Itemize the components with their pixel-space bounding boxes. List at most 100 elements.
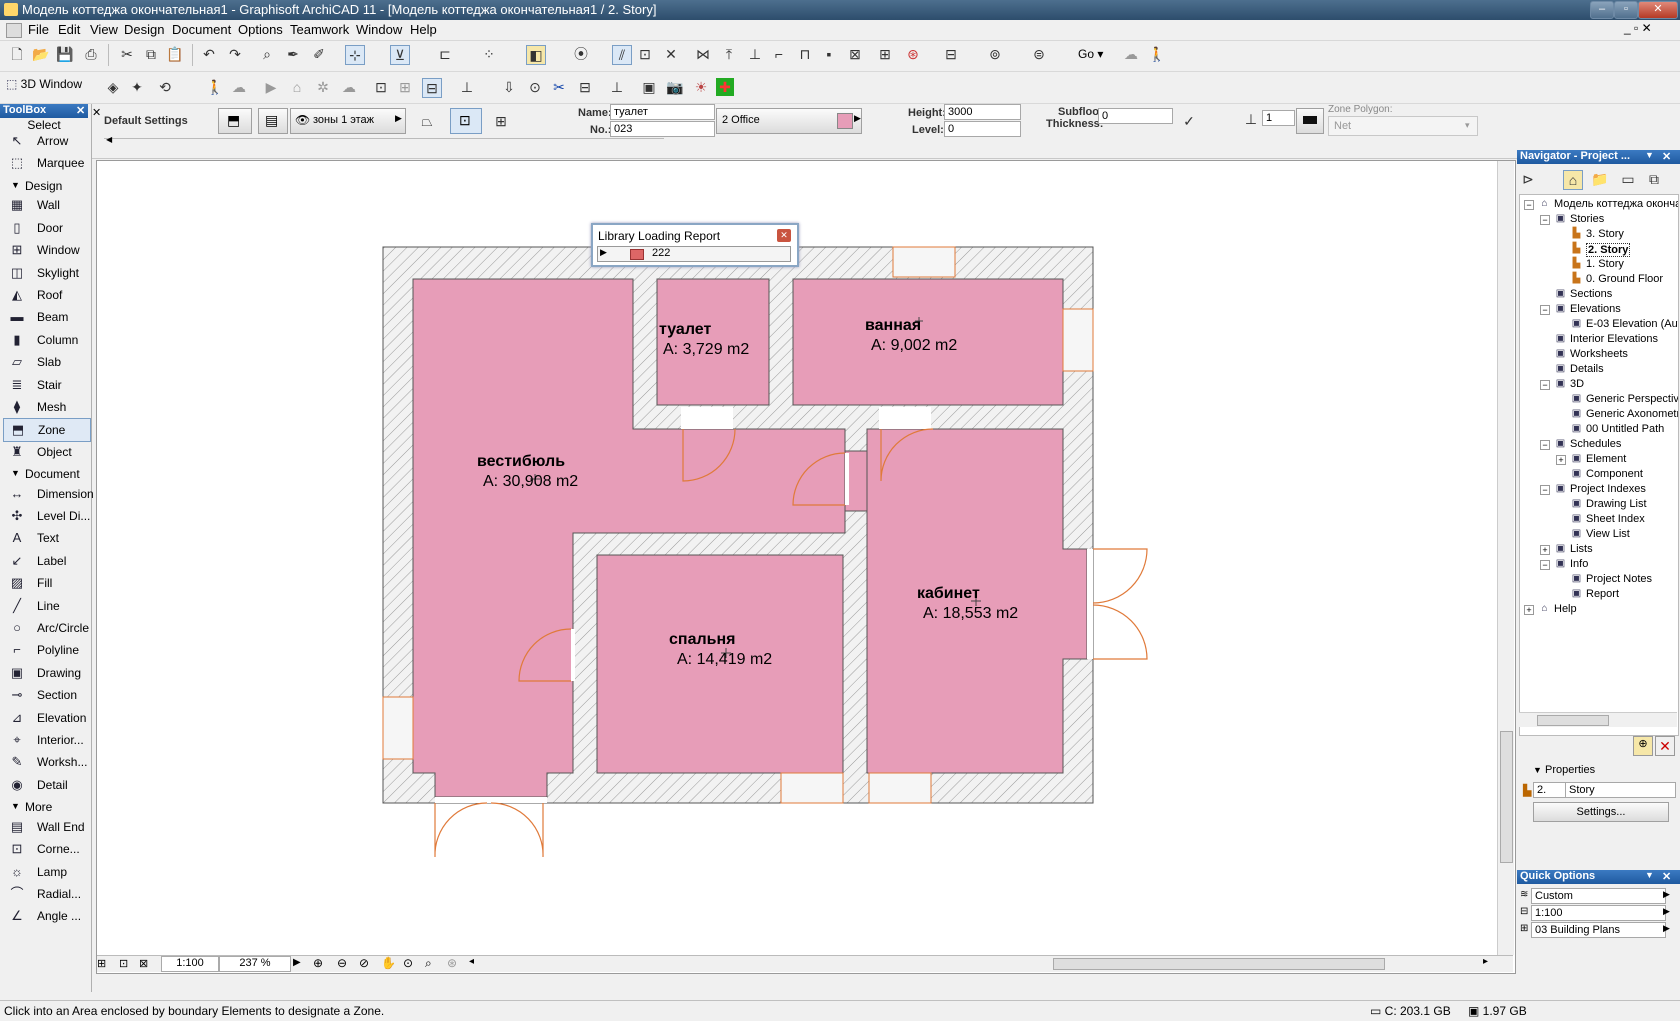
tree-item[interactable]: ▣ Drawing List bbox=[1520, 497, 1678, 513]
shading-icon[interactable]: ▶ bbox=[262, 78, 280, 96]
tree-item[interactable]: −⌂ Модель коттеджа окончательная1 bbox=[1520, 197, 1678, 213]
paste-icon[interactable]: 📋 bbox=[166, 45, 184, 63]
tool-interior[interactable]: ⌖ Interior... bbox=[3, 729, 89, 751]
horizontal-scroll-thumb[interactable] bbox=[1053, 958, 1385, 970]
inject-parameters-icon[interactable]: ✐ bbox=[310, 45, 328, 63]
open-icon[interactable]: 📂 bbox=[32, 45, 50, 63]
info-box-close-icon[interactable]: ✕ bbox=[92, 106, 101, 119]
floor-plan-drawing[interactable] bbox=[97, 161, 1515, 973]
fit-icon[interactable]: ⊠ bbox=[139, 957, 148, 970]
adjust-icon[interactable]: ⤒ bbox=[720, 45, 738, 63]
tool-label[interactable]: ↙ Label bbox=[3, 550, 89, 572]
pen-tool-icon[interactable]: ✓ bbox=[1180, 112, 1198, 130]
layout-icon[interactable]: ⊜ bbox=[1030, 45, 1048, 63]
marker-icon[interactable]: ⊛ bbox=[904, 45, 922, 63]
zoom-next-icon[interactable]: ⊛ bbox=[447, 956, 457, 970]
chevron-down-icon[interactable]: ▼ bbox=[1645, 150, 1654, 160]
polygon-method-icon[interactable]: ⏢ bbox=[418, 112, 436, 130]
3d-cube-icon[interactable]: ◈ bbox=[104, 78, 122, 96]
print-icon[interactable]: ⎙ bbox=[82, 45, 100, 63]
tree-scroll-thumb[interactable] bbox=[1537, 715, 1609, 726]
tool-mesh[interactable]: ⧫ Mesh bbox=[3, 396, 89, 418]
zoom-previous-icon[interactable]: ⊘ bbox=[359, 956, 369, 970]
3d-window-button[interactable]: ⬚ 3D Window bbox=[6, 77, 82, 95]
collapse-icon[interactable]: − bbox=[1540, 560, 1550, 570]
tool-text[interactable]: A Text bbox=[3, 527, 89, 549]
menu-options[interactable]: Options bbox=[238, 22, 283, 37]
chevron-down-icon[interactable]: ▼ bbox=[1645, 870, 1654, 880]
tool-roof[interactable]: ◭ Roof bbox=[3, 284, 89, 306]
trim-icon[interactable]: ▪ bbox=[820, 45, 838, 63]
tree-item[interactable]: − ▣ Stories bbox=[1520, 212, 1678, 228]
publisher-icon[interactable]: ⊥ bbox=[608, 78, 626, 96]
tool-beam[interactable]: ▬ Beam bbox=[3, 306, 89, 328]
zoom-extent-icon[interactable]: ⌕ bbox=[425, 956, 432, 971]
tree-item[interactable]: ▣ Generic Axonometry bbox=[1520, 407, 1678, 423]
teamwork-icon[interactable]: ☁ bbox=[1122, 45, 1140, 63]
color-icon[interactable]: ✚ bbox=[716, 78, 734, 96]
close-button[interactable]: ✕ bbox=[1638, 1, 1678, 19]
collapse-icon[interactable]: − bbox=[1540, 380, 1550, 390]
dialog-close-button[interactable]: ✕ bbox=[777, 229, 791, 242]
quick-option-select[interactable]: Custom bbox=[1531, 888, 1666, 904]
menu-teamwork[interactable]: Teamwork bbox=[290, 22, 349, 37]
new-icon[interactable]: 🗋 bbox=[8, 45, 26, 63]
save-icon[interactable]: 💾 bbox=[56, 45, 74, 63]
info-box-scroll[interactable]: ◀ bbox=[104, 135, 664, 147]
doc-window-controls[interactable]: _ ▫ ✕ bbox=[1624, 21, 1652, 35]
expand-icon[interactable]: ▶ bbox=[600, 247, 607, 258]
sun-icon[interactable]: ☀ bbox=[692, 78, 710, 96]
fillet-icon[interactable]: ⌐ bbox=[770, 45, 788, 63]
tool-drawing[interactable]: ▣ Drawing bbox=[3, 662, 89, 684]
tree-item[interactable]: + ▣ Lists bbox=[1520, 542, 1678, 558]
tree-item[interactable]: + ⌂ Help bbox=[1520, 602, 1678, 618]
vertical-scroll-thumb[interactable] bbox=[1500, 731, 1513, 863]
tree-item[interactable]: − ▣ Schedules bbox=[1520, 437, 1678, 453]
gravity-icon[interactable]: ⊻ bbox=[390, 45, 410, 65]
zone-category-popup[interactable]: 2 Office ▶ bbox=[716, 108, 862, 134]
tree-item[interactable]: ▣ Details bbox=[1520, 362, 1678, 378]
tree-item[interactable]: ▣ Sections bbox=[1520, 287, 1678, 303]
expand-icon[interactable]: + bbox=[1524, 605, 1534, 615]
layout-book-icon[interactable]: ▭ bbox=[1619, 170, 1637, 188]
walk-icon[interactable]: 🚶 bbox=[1148, 45, 1166, 63]
link-icon[interactable]: ✂ bbox=[550, 78, 568, 96]
tool-door[interactable]: ▯ Door bbox=[3, 217, 89, 239]
zoom-out-icon[interactable]: ⊖ bbox=[337, 956, 347, 970]
tool-zone[interactable]: ⬒ Zone bbox=[3, 418, 91, 443]
explode-icon[interactable]: ⊠ bbox=[846, 45, 864, 63]
redo-icon[interactable]: ↷ bbox=[226, 45, 244, 63]
layers-icon[interactable]: ◧ bbox=[526, 45, 546, 65]
layer-popup[interactable]: 👁 зоны 1 этаж ▶ bbox=[290, 108, 406, 134]
tree-item[interactable]: − ▣ Project Indexes bbox=[1520, 482, 1678, 498]
tool-section[interactable]: ⊸ Section bbox=[3, 684, 89, 706]
tree-item[interactable]: ▣ 00 Untitled Path bbox=[1520, 422, 1678, 438]
tool-wall[interactable]: ▦ Wall bbox=[3, 194, 89, 216]
tree-item[interactable]: ▙ 2. Story bbox=[1520, 242, 1678, 258]
tree-item[interactable]: − ▣ Elevations bbox=[1520, 302, 1678, 318]
properties-header[interactable]: ▼ Properties bbox=[1533, 764, 1595, 776]
tree-item[interactable]: ▙ 3. Story bbox=[1520, 227, 1678, 243]
chevron-right-icon[interactable]: ▶ bbox=[293, 957, 301, 968]
subfloor-thickness-field[interactable]: 0 bbox=[1098, 108, 1173, 124]
download-icon[interactable]: ⇩ bbox=[500, 78, 518, 96]
chevron-right-icon[interactable]: ▶ bbox=[1663, 906, 1670, 917]
tree-item[interactable]: ▣ Sheet Index bbox=[1520, 512, 1678, 528]
dialog-message-row[interactable]: ▶ 222 bbox=[597, 246, 791, 262]
tool-arc-circle[interactable]: ○ Arc/Circle bbox=[3, 617, 89, 639]
tree-item[interactable]: − ▣ 3D bbox=[1520, 377, 1678, 393]
view-options-icon[interactable]: ⊟ bbox=[942, 45, 960, 63]
zoom-window-icon[interactable]: ⊡ bbox=[119, 957, 128, 970]
story-number-field[interactable]: 2. bbox=[1533, 782, 1566, 798]
trace-icon[interactable]: ⦿ bbox=[572, 45, 590, 63]
zone-settings-button[interactable]: ⬒ bbox=[218, 108, 252, 134]
collapse-icon[interactable]: − bbox=[1540, 215, 1550, 225]
section-view-icon[interactable]: ⊞ bbox=[396, 78, 414, 96]
walk-through-icon[interactable]: 🚶 bbox=[206, 78, 224, 96]
menu-window[interactable]: Window bbox=[356, 22, 402, 37]
3d-navigate-icon[interactable]: ✦ bbox=[128, 78, 146, 96]
undo-icon[interactable]: ↶ bbox=[200, 45, 218, 63]
scale-field[interactable]: 1:100 bbox=[161, 956, 219, 972]
pen-icon[interactable]: ⊥ bbox=[1242, 110, 1260, 128]
pen-number-field[interactable]: 1 bbox=[1262, 110, 1295, 126]
